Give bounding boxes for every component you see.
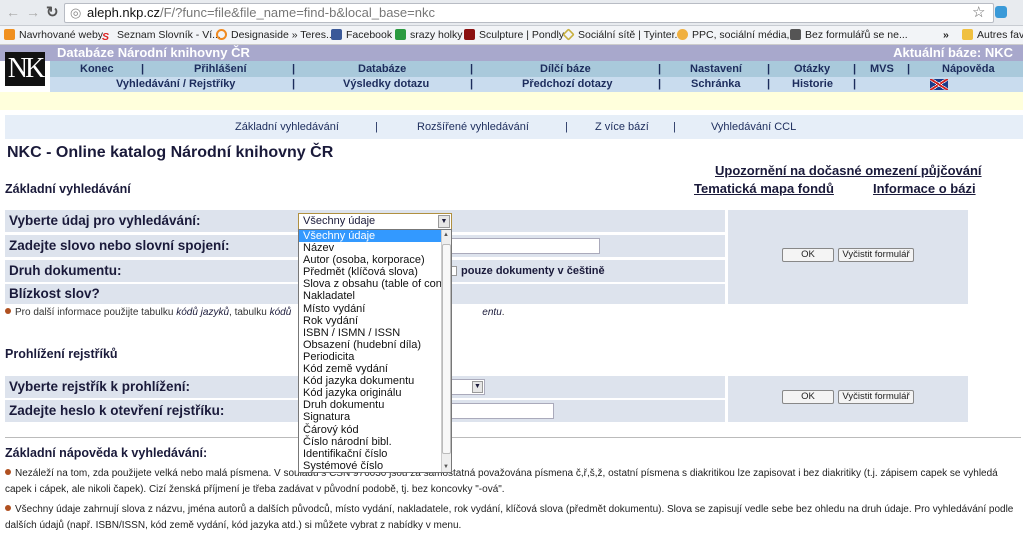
nav-vyhledavani[interactable]: Vyhledávání / Rejstříky [116, 78, 235, 90]
address-bar[interactable]: ◎ aleph.nkp.cz/F/?func=file&file_name=fin… [64, 3, 994, 23]
bookmark-folder[interactable]: Autres favo [962, 29, 1023, 41]
base-info-link[interactable]: Informace o bázi [873, 181, 976, 196]
search-field-dropdown-list[interactable]: Všechny údaje Název Autor (osoba, korporac… [298, 229, 452, 473]
tab-advanced-search[interactable]: Rozšířené vyhledávání [417, 121, 529, 133]
language-codes-link[interactable]: kódů jazyků [176, 307, 229, 318]
site-title: Databáze Národní knihovny ČR [57, 45, 250, 60]
dropdown-option[interactable]: Slova z obsahu (table of cont.) [299, 278, 452, 290]
dropdown-option[interactable]: Autor (osoba, korporace) [299, 254, 451, 266]
main-nav: Konec | Přihlášení | Databáze | Dílčí bá… [50, 61, 1023, 77]
nav-schranka[interactable]: Schránka [691, 78, 741, 90]
dropdown-option[interactable]: Obsazení (hudební díla) [299, 339, 451, 351]
nav-otazky[interactable]: Otázky [794, 63, 830, 75]
scrollbar[interactable]: ▲ ▼ [441, 230, 451, 472]
star-icon[interactable]: ☆ [972, 3, 985, 21]
nav-historie[interactable]: Historie [792, 78, 833, 90]
dropdown-option[interactable]: Rok vydání [299, 315, 451, 327]
bookmark[interactable]: Facebook [331, 29, 392, 41]
dropdown-option[interactable]: Druh dokumentu [299, 399, 451, 411]
browse-heading: Prohlížení rejstříků [5, 347, 118, 361]
dropdown-option[interactable]: Název [299, 242, 451, 254]
extension-icon[interactable] [995, 6, 1007, 18]
search-actions: OK Vyčistit formulář [728, 210, 968, 304]
nk-logo: NK [5, 52, 45, 86]
back-icon[interactable]: ← [6, 4, 20, 20]
nav-prihlaseni[interactable]: Přihlášení [194, 63, 247, 75]
dropdown-option[interactable]: ISBN / ISMN / ISSN [299, 327, 451, 339]
forward-icon[interactable]: → [26, 4, 40, 20]
dropdown-option[interactable]: Systémové číslo [299, 460, 451, 472]
help-paragraph: Všechny údaje zahrnují slova z názvu, jm… [5, 504, 1014, 531]
notice-link[interactable]: Upozornění na dočasné omezení půjčování [715, 163, 982, 178]
bookmark[interactable]: Navrhované weby [4, 29, 103, 41]
browser-toolbar: ← → ↻ ◎ aleph.nkp.cz/F/?func=file&file_na… [0, 0, 1023, 26]
site-header: Databáze Národní knihovny ČR Aktuální bá… [0, 45, 1023, 61]
thematic-map-link[interactable]: Tematická mapa fondů [694, 181, 834, 196]
browse-actions: OK Vyčistit formulář [728, 376, 968, 422]
bookmark[interactable]: Sociální sítě | Tyinter... [562, 28, 683, 41]
help-heading: Základní nápověda k vyhledávání: [5, 446, 208, 460]
help-paragraph: Nezáleží na tom, zda použijete velká neb… [5, 468, 998, 495]
clear-form-button[interactable]: Vyčistit formulář [838, 248, 914, 262]
browse-clear-button[interactable]: Vyčistit formulář [838, 390, 914, 404]
chevron-down-icon[interactable]: ▼ [438, 215, 450, 228]
dropdown-option[interactable]: Identifikační číslo [299, 448, 451, 460]
dropdown-option[interactable]: Kód jazyka originálu [299, 387, 451, 399]
nav-konec[interactable]: Konec [80, 63, 114, 75]
nav-nastaveni[interactable]: Nastavení [690, 63, 742, 75]
bookmark[interactable]: Designaside » Teres... [216, 29, 335, 41]
tab-ccl-search[interactable]: Vyhledávání CCL [711, 121, 796, 133]
bookmark[interactable]: Sculpture | Pondly [464, 29, 564, 41]
dropdown-option[interactable]: Místo vydání [299, 303, 451, 315]
ok-button[interactable]: OK [782, 248, 834, 262]
dropdown-option[interactable]: Předmět (klíčová slova) [299, 266, 451, 278]
chevron-down-icon[interactable]: ▼ [472, 381, 483, 393]
czech-only-label: pouze dokumenty v češtině [461, 265, 605, 277]
reload-icon[interactable]: ↻ [46, 3, 59, 21]
bookmark[interactable]: srazy holky [395, 29, 463, 41]
codes-link[interactable]: kódů [270, 307, 292, 318]
more-bookmarks[interactable]: » [943, 29, 949, 41]
nav-dilci-baze[interactable]: Dílčí báze [540, 63, 591, 75]
bookmark[interactable]: PPC, sociální média,... [677, 29, 798, 41]
dropdown-option[interactable]: Čárový kód [299, 424, 451, 436]
sub-nav: Vyhledávání / Rejstříky | Výsledky dotaz… [50, 77, 1023, 92]
nav-mvs[interactable]: MVS [870, 63, 894, 75]
dropdown-option[interactable]: Číslo národní bibl. [299, 436, 451, 448]
dropdown-option[interactable]: Nakladatel [299, 290, 451, 302]
search-field-select[interactable]: Všechny údaje ▼ [298, 213, 452, 230]
globe-icon: ◎ [70, 5, 82, 20]
index-term-input[interactable] [440, 403, 554, 419]
document-types-link[interactable]: entu [482, 307, 501, 318]
nav-vysledky[interactable]: Výsledky dotazu [343, 78, 429, 90]
page-title: NKC - Online katalog Národní knihovny ČR [7, 144, 334, 161]
search-type-menu: Základní vyhledávání | Rozšířené vyhledá… [5, 115, 1023, 139]
nav-napoveda[interactable]: Nápověda [942, 63, 995, 75]
dropdown-option[interactable]: Signatura [299, 411, 451, 423]
message-strip [0, 92, 1023, 110]
nav-databaze[interactable]: Databáze [358, 63, 406, 75]
dropdown-option[interactable]: Kód země vydání [299, 363, 451, 375]
current-base: Aktuální báze: NKC [893, 45, 1013, 60]
dropdown-option[interactable]: Kód jazyka dokumentu [299, 375, 451, 387]
bookmarks-bar: Navrhované weby S Seznam Slovník - Ví... … [0, 26, 1023, 45]
search-heading: Základní vyhledávání [5, 182, 131, 196]
nav-predchozi[interactable]: Předchozí dotazy [522, 78, 612, 90]
tab-basic-search[interactable]: Základní vyhledávání [235, 121, 339, 133]
browse-ok-button[interactable]: OK [782, 390, 834, 404]
bookmark[interactable]: Bez formulářů se ne... [790, 29, 908, 41]
english-flag-icon[interactable] [930, 79, 948, 90]
dropdown-option[interactable]: Všechny údaje [299, 230, 451, 243]
bullet-icon [5, 308, 11, 314]
tab-multi-base[interactable]: Z více bází [595, 121, 649, 133]
divider [5, 437, 1021, 438]
search-term-input[interactable] [450, 238, 600, 254]
bookmark[interactable]: S Seznam Slovník - Ví... [102, 29, 221, 43]
dropdown-option[interactable]: Periodicita [299, 351, 451, 363]
